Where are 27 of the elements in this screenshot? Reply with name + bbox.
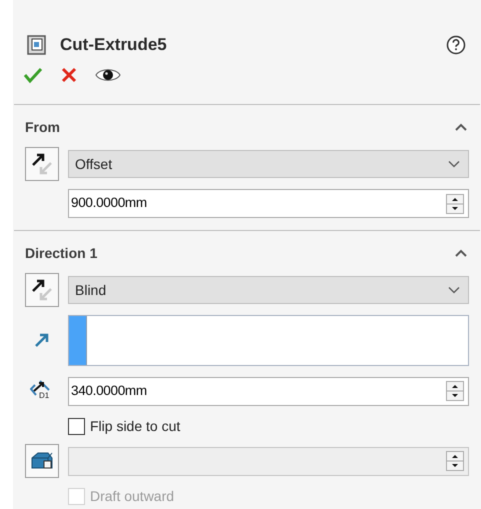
spin-arrows-icon[interactable] <box>446 381 464 401</box>
checkbox-label: Draft outward <box>90 486 174 506</box>
section-title: Direction 1 <box>25 244 98 262</box>
selection-box[interactable] <box>68 315 469 366</box>
value-field[interactable]: 900.0000mm <box>68 189 469 218</box>
caret-icon <box>448 286 460 294</box>
dimension-label: D1 <box>39 392 50 400</box>
checkbox-label: Flip side to cut <box>90 416 180 436</box>
caret-icon <box>448 160 460 168</box>
feature-icon <box>26 34 48 56</box>
direction-arrow-icon <box>34 332 50 348</box>
value-field[interactable]: 340.0000mm <box>68 376 469 406</box>
cancel-icon[interactable] <box>61 67 77 83</box>
collapse-icon[interactable] <box>454 248 468 258</box>
feature-title: Cut-Extrude5 <box>60 34 167 56</box>
type-dropdown[interactable]: Offset <box>68 150 469 178</box>
section-title: From <box>25 118 60 136</box>
eye-icon[interactable] <box>95 67 121 83</box>
type-dropdown[interactable]: Blind <box>68 276 469 304</box>
reverse-direction-icon[interactable] <box>25 147 59 181</box>
checkbox[interactable] <box>68 418 85 434</box>
collapse-icon[interactable] <box>454 122 468 132</box>
help-icon[interactable] <box>446 35 466 55</box>
reverse-direction-icon[interactable] <box>25 273 59 307</box>
spin-arrows-icon[interactable] <box>446 194 464 214</box>
draft-icon[interactable] <box>25 444 59 478</box>
ok-icon[interactable] <box>23 66 43 84</box>
